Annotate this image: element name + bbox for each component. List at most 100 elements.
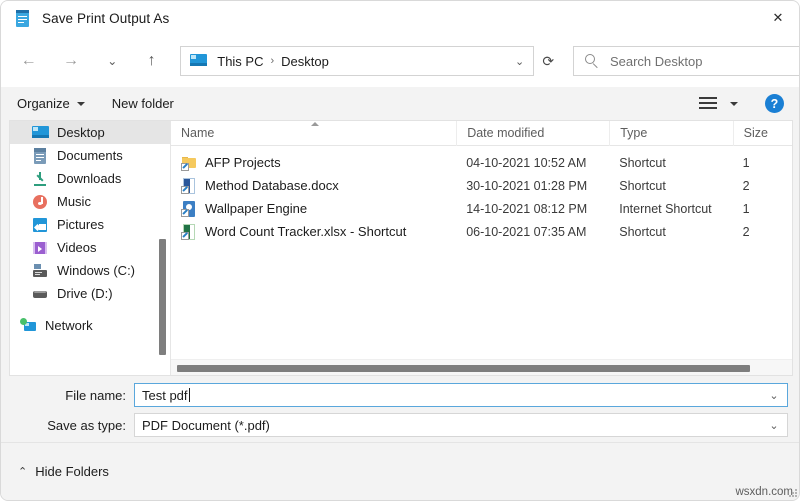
sidebar-scrollbar[interactable] [159, 239, 166, 355]
forward-icon[interactable]: → [55, 45, 86, 77]
table-row[interactable]: Word Count Tracker.xlsx - Shortcut 06-10… [171, 220, 792, 243]
desktop-icon [32, 125, 49, 141]
sidebar-item-label: Downloads [57, 171, 122, 186]
sidebar-item-drive-d[interactable]: Drive (D:) [10, 282, 170, 305]
file-name-field[interactable]: Test pdf ⌄ [134, 383, 788, 407]
file-date-modified: 04-10-2021 10:52 AM [466, 155, 587, 170]
chevron-down-icon[interactable]: ⌄ [761, 384, 787, 406]
resize-grip[interactable] [788, 489, 798, 499]
watermark: wsxdn.com [735, 486, 793, 498]
sidebar-item-label: Drive (D:) [57, 286, 113, 301]
close-icon[interactable]: ✕ [755, 1, 799, 35]
file-name-label: File name: [65, 387, 126, 403]
save-print-output-dialog: Save Print Output As ✕ ← → ⌄ ↑ This PC ›… [0, 0, 800, 501]
help-button[interactable]: ? [765, 94, 784, 113]
horizontal-scrollbar-thumb[interactable] [177, 365, 750, 372]
folder-shortcut-icon [181, 155, 197, 171]
sidebar-item-label: Pictures [57, 217, 104, 232]
table-row[interactable]: AFP Projects 04-10-2021 10:52 AM Shortcu… [171, 151, 792, 174]
browser-panes: Desktop Documents Downloads Music Pictur… [9, 120, 793, 376]
column-header-size[interactable]: Size [732, 121, 792, 146]
save-as-type-label: Save as type: [47, 417, 126, 433]
recent-locations-icon[interactable]: ⌄ [97, 45, 128, 77]
window-title: Save Print Output As [42, 10, 170, 26]
save-as-type-value: PDF Document (*.pdf) [142, 417, 270, 433]
sidebar-item-desktop[interactable]: Desktop [10, 121, 170, 144]
search-input[interactable] [607, 52, 788, 70]
sidebar-item-music[interactable]: Music [10, 190, 170, 213]
organize-label: Organize [17, 96, 70, 111]
table-row[interactable]: Wallpaper Engine 14-10-2021 08:12 PM Int… [171, 197, 792, 220]
breadcrumb-item-desktop[interactable]: Desktop [281, 54, 329, 69]
refresh-icon[interactable]: ⟳ [534, 53, 563, 70]
search-box[interactable] [572, 46, 799, 76]
sort-ascending-icon [311, 122, 319, 126]
list-view-icon[interactable] [699, 97, 717, 110]
chevron-up-icon: ⌃ [18, 466, 28, 478]
documents-icon [32, 147, 49, 164]
new-folder-button[interactable]: New folder [112, 92, 174, 116]
drive-icon [32, 286, 49, 302]
back-icon[interactable]: ← [13, 45, 44, 77]
navigation-sidebar: Desktop Documents Downloads Music Pictur… [10, 121, 170, 375]
file-date-modified: 30-10-2021 01:28 PM [466, 178, 588, 193]
pictures-icon [32, 217, 49, 233]
sidebar-item-pictures[interactable]: Pictures [10, 213, 170, 236]
sidebar-item-videos[interactable]: Videos [10, 236, 170, 259]
sidebar-item-documents[interactable]: Documents [10, 144, 170, 167]
sidebar-item-label: Network [45, 318, 93, 333]
title-bar: Save Print Output As ✕ [1, 1, 799, 35]
column-header-date-modified[interactable]: Date modified [456, 121, 609, 146]
save-as-type-field[interactable]: PDF Document (*.pdf) ⌄ [134, 413, 788, 437]
drive-icon [32, 263, 49, 279]
file-size: 1 [742, 155, 750, 170]
file-list-pane: Name Date modified Type Size AFP Project… [171, 121, 792, 375]
column-header-row: Name Date modified Type Size [171, 121, 792, 146]
up-icon[interactable]: ↑ [136, 45, 167, 77]
chevron-down-icon[interactable]: ⌄ [761, 414, 787, 436]
file-size: 2 [742, 224, 750, 239]
file-type: Shortcut [619, 155, 666, 170]
organize-button[interactable]: Organize [17, 92, 85, 116]
breadcrumb-item-this-pc[interactable]: This PC [217, 54, 263, 69]
chevron-down-icon[interactable] [730, 101, 738, 106]
file-type: Shortcut [619, 224, 666, 239]
breadcrumb-separator: › [270, 55, 275, 67]
videos-icon [32, 240, 49, 256]
this-pc-icon [190, 54, 208, 68]
file-type: Shortcut [619, 178, 666, 193]
file-type: Internet Shortcut [619, 201, 712, 216]
file-name: Word Count Tracker.xlsx - Shortcut [205, 224, 407, 239]
hide-folders-label: Hide Folders [35, 464, 109, 479]
sidebar-item-label: Videos [57, 240, 97, 255]
sidebar-item-label: Documents [57, 148, 123, 163]
notepad-icon [14, 9, 31, 27]
sidebar-item-downloads[interactable]: Downloads [10, 167, 170, 190]
sidebar-item-network[interactable]: Network [10, 314, 170, 337]
file-name-value: Test pdf [142, 387, 188, 403]
column-header-type[interactable]: Type [609, 121, 732, 146]
hide-folders-button[interactable]: ⌃ Hide Folders [18, 464, 109, 479]
horizontal-scrollbar[interactable] [171, 359, 792, 375]
address-bar[interactable]: This PC › Desktop ⌄ [180, 46, 534, 76]
file-size: 2 [742, 178, 750, 193]
network-icon [20, 317, 37, 334]
text-cursor [188, 388, 190, 402]
chevron-down-icon[interactable]: ⌄ [507, 55, 533, 68]
file-name: Wallpaper Engine [205, 201, 308, 216]
excel-shortcut-icon [181, 223, 197, 240]
file-name: AFP Projects [205, 155, 281, 170]
file-name: Method Database.docx [205, 178, 339, 193]
toolbar: Organize New folder ? [1, 87, 799, 120]
downloads-icon [32, 171, 49, 187]
sidebar-item-label: Music [57, 194, 91, 209]
sidebar-item-label: Desktop [57, 125, 105, 140]
file-date-modified: 14-10-2021 08:12 PM [466, 201, 588, 216]
music-icon [32, 194, 49, 210]
sidebar-item-windows-c[interactable]: Windows (C:) [10, 259, 170, 282]
table-row[interactable]: Method Database.docx 30-10-2021 01:28 PM… [171, 174, 792, 197]
save-form: File name: Test pdf ⌄ Save as type: PDF … [1, 381, 799, 441]
file-date-modified: 06-10-2021 07:35 AM [466, 224, 587, 239]
internet-shortcut-icon [181, 200, 197, 217]
navigation-bar: ← → ⌄ ↑ This PC › Desktop ⌄ ⟳ [1, 35, 799, 87]
